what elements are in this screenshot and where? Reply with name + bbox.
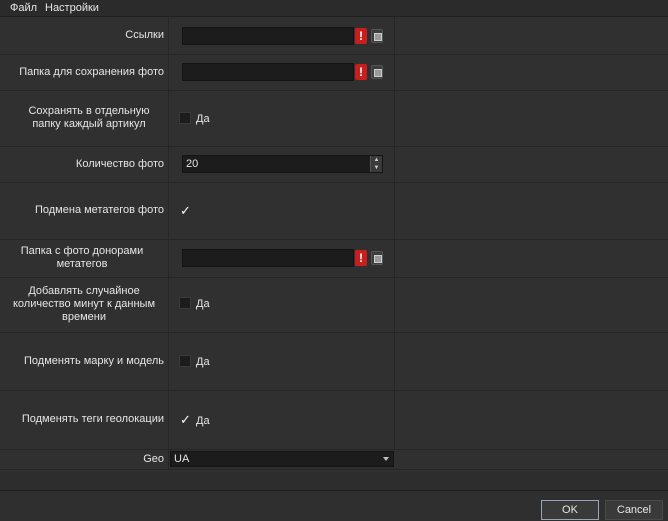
replace-brand-checkbox[interactable]	[179, 355, 191, 367]
geo-selected-value: UA	[174, 453, 190, 465]
spin-arrows-icon[interactable]: ▲ ▼	[370, 156, 382, 172]
replace-geo-checkbox[interactable]: ✓	[179, 413, 191, 426]
separate-folder-checkbox[interactable]	[179, 112, 191, 124]
separate-folder-label-cell: Сохранять в отдельную папку каждый артик…	[0, 90, 169, 146]
donor-folder-value-cell: !	[170, 239, 395, 277]
row-separate-folder: Сохранять в отдельную папку каждый артик…	[0, 90, 668, 147]
replace-geo-value-cell: ✓ Да	[170, 390, 395, 449]
geo-label-cell: Geo	[0, 449, 169, 469]
row-geo: Geo UA	[0, 449, 668, 470]
replace-meta-label-cell: Подмена метатегов фото	[0, 182, 169, 239]
photo-count-value: 20	[186, 158, 199, 170]
row-replace-brand: Подменять марку и модель Да	[0, 332, 668, 391]
replace-meta-label: Подмена метатегов фото	[34, 204, 164, 216]
row-save-folder: Папка для сохранения фото !	[0, 54, 668, 91]
add-random-minutes-label-cell: Добавлять случайное количество минут к д…	[0, 277, 169, 332]
add-random-minutes-yes-label: Да	[196, 298, 210, 310]
menu-file[interactable]: Файл	[10, 2, 37, 14]
donor-folder-warning-icon: !	[355, 250, 367, 266]
menu-settings[interactable]: Настройки	[45, 2, 99, 14]
photo-count-value-cell: 20 ▲ ▼	[170, 146, 395, 182]
links-warning-icon: !	[355, 28, 367, 44]
add-random-minutes-value-cell: Да	[170, 277, 395, 332]
replace-geo-yes-label: Да	[196, 415, 210, 427]
row-photo-count: Количество фото 20 ▲ ▼	[0, 146, 668, 183]
chevron-down-icon	[383, 457, 389, 461]
save-folder-warning-icon: !	[355, 64, 367, 80]
donor-folder-input[interactable]	[182, 249, 354, 267]
save-folder-value-cell: !	[170, 54, 395, 90]
settings-form: Ссылки ! Папка для сохранения фото ! Сох…	[0, 17, 668, 472]
replace-geo-label-cell: Подменять теги геолокации	[0, 390, 169, 449]
dialog-footer: OK Cancel	[0, 490, 668, 521]
row-donor-folder: Папка с фото донорами метатегов !	[0, 239, 668, 278]
separate-folder-value-cell: Да	[170, 90, 395, 146]
links-value-cell: !	[170, 17, 395, 54]
photo-count-label-cell: Количество фото	[0, 146, 169, 182]
geo-label: Geo	[143, 452, 164, 465]
donor-folder-browse-icon[interactable]	[371, 251, 383, 265]
separate-folder-label: Сохранять в отдельную папку каждый артик…	[28, 105, 150, 130]
menu-bar: Файл Настройки	[0, 0, 668, 17]
save-folder-label: Папка для сохранения фото	[19, 65, 164, 78]
separate-folder-yes-label: Да	[196, 113, 210, 125]
geo-value-cell: UA	[170, 449, 394, 469]
geo-select[interactable]: UA	[170, 451, 394, 467]
replace-meta-checkbox[interactable]: ✓	[179, 204, 191, 217]
donor-folder-label: Папка с фото донорами метатегов	[20, 245, 144, 270]
row-add-random-minutes: Добавлять случайное количество минут к д…	[0, 277, 668, 333]
links-label-cell: Ссылки	[0, 17, 169, 54]
cancel-button[interactable]: Cancel	[605, 500, 663, 520]
ok-button[interactable]: OK	[541, 500, 599, 520]
add-random-minutes-checkbox[interactable]	[179, 297, 191, 309]
replace-brand-label: Подменять марку и модель	[24, 354, 164, 367]
row-replace-meta: Подмена метатегов фото ✓	[0, 182, 668, 240]
row-links: Ссылки !	[0, 17, 668, 55]
replace-geo-label: Подменять теги геолокации	[21, 413, 164, 425]
photo-count-label: Количество фото	[75, 157, 164, 170]
save-folder-input[interactable]	[182, 63, 354, 81]
add-random-minutes-label: Добавлять случайное количество минут к д…	[12, 285, 156, 323]
links-input[interactable]	[182, 27, 354, 45]
save-folder-label-cell: Папка для сохранения фото	[0, 54, 169, 90]
donor-folder-label-cell: Папка с фото донорами метатегов	[0, 239, 169, 277]
links-label: Ссылки	[125, 29, 164, 41]
links-browse-icon[interactable]	[371, 29, 383, 43]
save-folder-browse-icon[interactable]	[371, 65, 383, 79]
replace-brand-label-cell: Подменять марку и модель	[0, 332, 169, 390]
row-replace-geo: Подменять теги геолокации ✓ Да	[0, 390, 668, 450]
replace-brand-yes-label: Да	[196, 356, 210, 368]
replace-meta-value-cell: ✓	[170, 182, 395, 239]
photo-count-spinbox[interactable]: 20 ▲ ▼	[182, 155, 383, 173]
replace-brand-value-cell: Да	[170, 332, 395, 390]
